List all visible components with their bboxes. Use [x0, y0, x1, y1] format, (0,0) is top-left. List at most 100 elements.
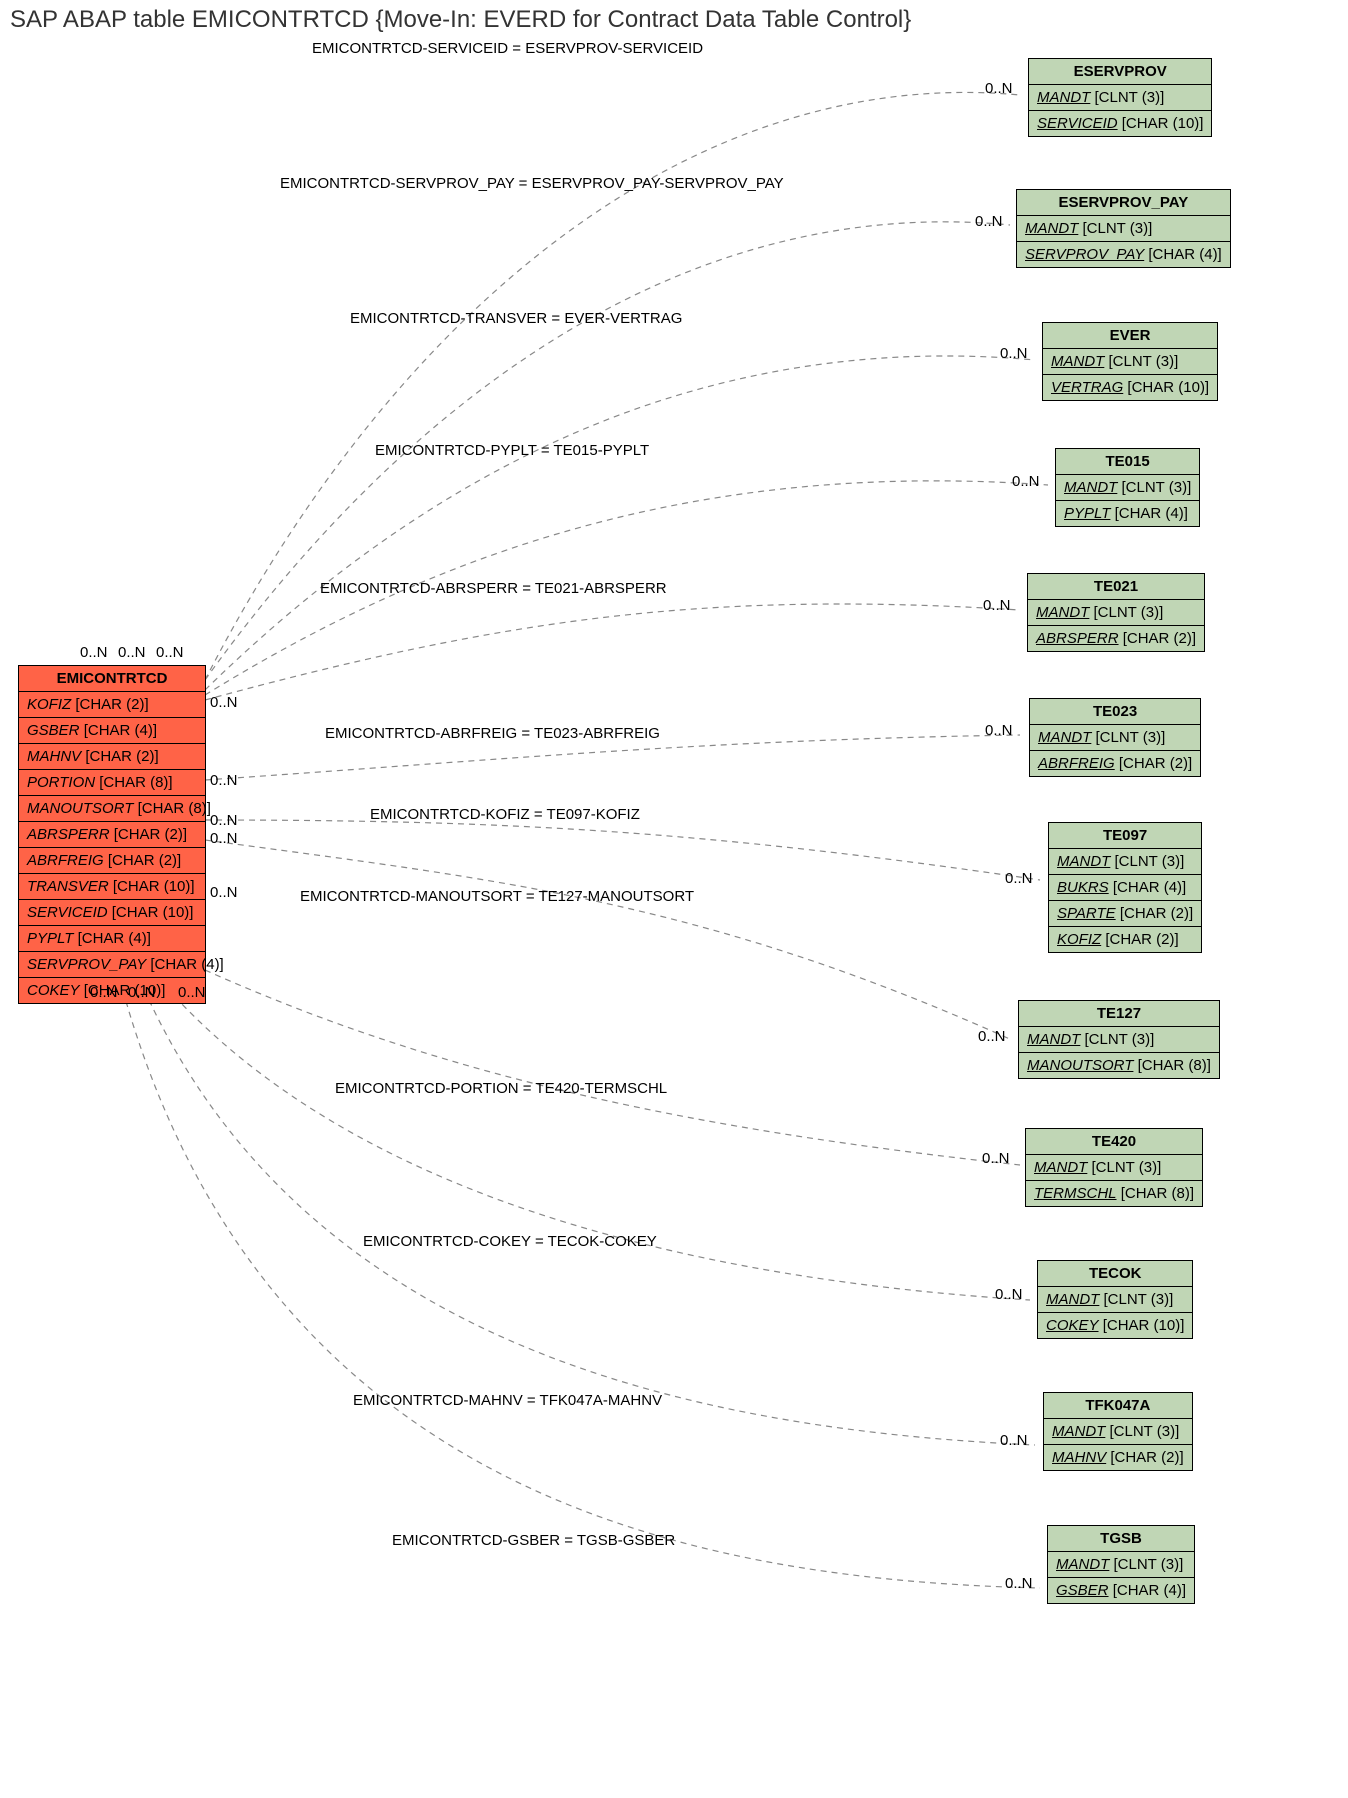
table-header: ESERVPROV [1029, 59, 1211, 85]
table-header: ESERVPROV_PAY [1017, 190, 1230, 216]
relation-label: EMICONTRTCD-GSBER = TGSB-GSBER [392, 1532, 675, 1549]
cardinality-label: 0..N [156, 644, 184, 661]
table-row: MANDT [CLNT (3)] [1028, 600, 1204, 626]
table-row: MANOUTSORT [CHAR (8)] [1019, 1053, 1219, 1078]
table-row: MANDT [CLNT (3)] [1029, 85, 1211, 111]
table-row: BUKRS [CHAR (4)] [1049, 875, 1201, 901]
table-row: ABRFREIG [CHAR (2)] [1030, 751, 1200, 776]
table-row: GSBER [CHAR (4)] [1048, 1578, 1194, 1603]
relation-label: EMICONTRTCD-SERVICEID = ESERVPROV-SERVIC… [312, 40, 703, 57]
table-row: COKEY [CHAR (10)] [1038, 1313, 1192, 1338]
cardinality-label: 0..N [90, 984, 118, 1001]
cardinality-label: 0..N [210, 830, 238, 847]
table-eservprov-pay: ESERVPROV_PAY MANDT [CLNT (3)] SERVPROV_… [1016, 189, 1231, 268]
table-row: ABRFREIG [CHAR (2)] [19, 848, 205, 874]
table-header: TE127 [1019, 1001, 1219, 1027]
table-header: TGSB [1048, 1526, 1194, 1552]
table-row: MANDT [CLNT (3)] [1048, 1552, 1194, 1578]
table-header: TFK047A [1044, 1393, 1192, 1419]
cardinality-label: 0..N [982, 1150, 1010, 1167]
relation-label: EMICONTRTCD-MAHNV = TFK047A-MAHNV [353, 1392, 662, 1409]
table-row: MANOUTSORT [CHAR (8)] [19, 796, 205, 822]
table-row: MANDT [CLNT (3)] [1043, 349, 1217, 375]
table-row: MAHNV [CHAR (2)] [1044, 1445, 1192, 1470]
table-header: TE021 [1028, 574, 1204, 600]
table-row: PORTION [CHAR (8)] [19, 770, 205, 796]
cardinality-label: 0..N [210, 884, 238, 901]
table-row: MANDT [CLNT (3)] [1026, 1155, 1202, 1181]
table-row: MANDT [CLNT (3)] [1038, 1287, 1192, 1313]
table-header: TE420 [1026, 1129, 1202, 1155]
table-emicontrtcd: EMICONTRTCD KOFIZ [CHAR (2)] GSBER [CHAR… [18, 665, 206, 1004]
cardinality-label: 0..N [983, 597, 1011, 614]
table-header: TE023 [1030, 699, 1200, 725]
table-header: TECOK [1038, 1261, 1192, 1287]
table-tecok: TECOK MANDT [CLNT (3)] COKEY [CHAR (10)] [1037, 1260, 1193, 1339]
table-row: MANDT [CLNT (3)] [1056, 475, 1199, 501]
relation-label: EMICONTRTCD-COKEY = TECOK-COKEY [363, 1233, 657, 1250]
cardinality-label: 0..N [1000, 1432, 1028, 1449]
erd-canvas: SAP ABAP table EMICONTRTCD {Move-In: EVE… [0, 0, 1348, 1798]
cardinality-label: 0..N [210, 694, 238, 711]
cardinality-label: 0..N [118, 644, 146, 661]
table-row: TRANSVER [CHAR (10)] [19, 874, 205, 900]
cardinality-label: 0..N [975, 213, 1003, 230]
table-te420: TE420 MANDT [CLNT (3)] TERMSCHL [CHAR (8… [1025, 1128, 1203, 1207]
table-header: EMICONTRTCD [19, 666, 205, 692]
relation-label: EMICONTRTCD-SERVPROV_PAY = ESERVPROV_PAY… [280, 175, 784, 192]
table-header: EVER [1043, 323, 1217, 349]
table-row: TERMSCHL [CHAR (8)] [1026, 1181, 1202, 1206]
table-row: PYPLT [CHAR (4)] [19, 926, 205, 952]
table-row: SERVPROV_PAY [CHAR (4)] [1017, 242, 1230, 267]
table-row: KOFIZ [CHAR (2)] [19, 692, 205, 718]
table-te127: TE127 MANDT [CLNT (3)] MANOUTSORT [CHAR … [1018, 1000, 1220, 1079]
table-te097: TE097 MANDT [CLNT (3)] BUKRS [CHAR (4)] … [1048, 822, 1202, 953]
cardinality-label: 0..N [985, 722, 1013, 739]
table-row: MANDT [CLNT (3)] [1019, 1027, 1219, 1053]
relation-label: EMICONTRTCD-ABRSPERR = TE021-ABRSPERR [320, 580, 667, 597]
table-row: SERVPROV_PAY [CHAR (4)] [19, 952, 205, 978]
cardinality-label: 0..N [995, 1286, 1023, 1303]
relation-label: EMICONTRTCD-ABRFREIG = TE023-ABRFREIG [325, 725, 660, 742]
table-row: SERVICEID [CHAR (10)] [1029, 111, 1211, 136]
table-row: PYPLT [CHAR (4)] [1056, 501, 1199, 526]
relation-label: EMICONTRTCD-PYPLT = TE015-PYPLT [375, 442, 649, 459]
table-eservprov: ESERVPROV MANDT [CLNT (3)] SERVICEID [CH… [1028, 58, 1212, 137]
table-header: TE015 [1056, 449, 1199, 475]
relation-label: EMICONTRTCD-TRANSVER = EVER-VERTRAG [350, 310, 682, 327]
cardinality-label: 0..N [1005, 1575, 1033, 1592]
cardinality-label: 0..N [80, 644, 108, 661]
cardinality-label: 0..N [1005, 870, 1033, 887]
table-row: ABRSPERR [CHAR (2)] [1028, 626, 1204, 651]
cardinality-label: 0..N [978, 1028, 1006, 1045]
table-tgsb: TGSB MANDT [CLNT (3)] GSBER [CHAR (4)] [1047, 1525, 1195, 1604]
cardinality-label: 0..N [210, 772, 238, 789]
table-ever: EVER MANDT [CLNT (3)] VERTRAG [CHAR (10)… [1042, 322, 1218, 401]
table-row: MAHNV [CHAR (2)] [19, 744, 205, 770]
table-row: KOFIZ [CHAR (2)] [1049, 927, 1201, 952]
cardinality-label: 0..N [1000, 345, 1028, 362]
cardinality-label: 0..N [1012, 473, 1040, 490]
table-te021: TE021 MANDT [CLNT (3)] ABRSPERR [CHAR (2… [1027, 573, 1205, 652]
table-row: ABRSPERR [CHAR (2)] [19, 822, 205, 848]
cardinality-label: 0..N [210, 812, 238, 829]
table-row: VERTRAG [CHAR (10)] [1043, 375, 1217, 400]
table-row: SPARTE [CHAR (2)] [1049, 901, 1201, 927]
table-row: MANDT [CLNT (3)] [1049, 849, 1201, 875]
relation-label: EMICONTRTCD-PORTION = TE420-TERMSCHL [335, 1080, 667, 1097]
relation-label: EMICONTRTCD-MANOUTSORT = TE127-MANOUTSOR… [300, 888, 694, 905]
cardinality-label: 0..N [985, 80, 1013, 97]
table-row: SERVICEID [CHAR (10)] [19, 900, 205, 926]
table-header: TE097 [1049, 823, 1201, 849]
cardinality-label: 0..N [178, 984, 206, 1001]
relation-label: EMICONTRTCD-KOFIZ = TE097-KOFIZ [370, 806, 640, 823]
table-row: MANDT [CLNT (3)] [1044, 1419, 1192, 1445]
page-title: SAP ABAP table EMICONTRTCD {Move-In: EVE… [10, 6, 911, 34]
table-te023: TE023 MANDT [CLNT (3)] ABRFREIG [CHAR (2… [1029, 698, 1201, 777]
table-row: MANDT [CLNT (3)] [1017, 216, 1230, 242]
table-te015: TE015 MANDT [CLNT (3)] PYPLT [CHAR (4)] [1055, 448, 1200, 527]
cardinality-label: 0..N [128, 984, 156, 1001]
table-tfk047a: TFK047A MANDT [CLNT (3)] MAHNV [CHAR (2)… [1043, 1392, 1193, 1471]
table-row: MANDT [CLNT (3)] [1030, 725, 1200, 751]
table-row: GSBER [CHAR (4)] [19, 718, 205, 744]
